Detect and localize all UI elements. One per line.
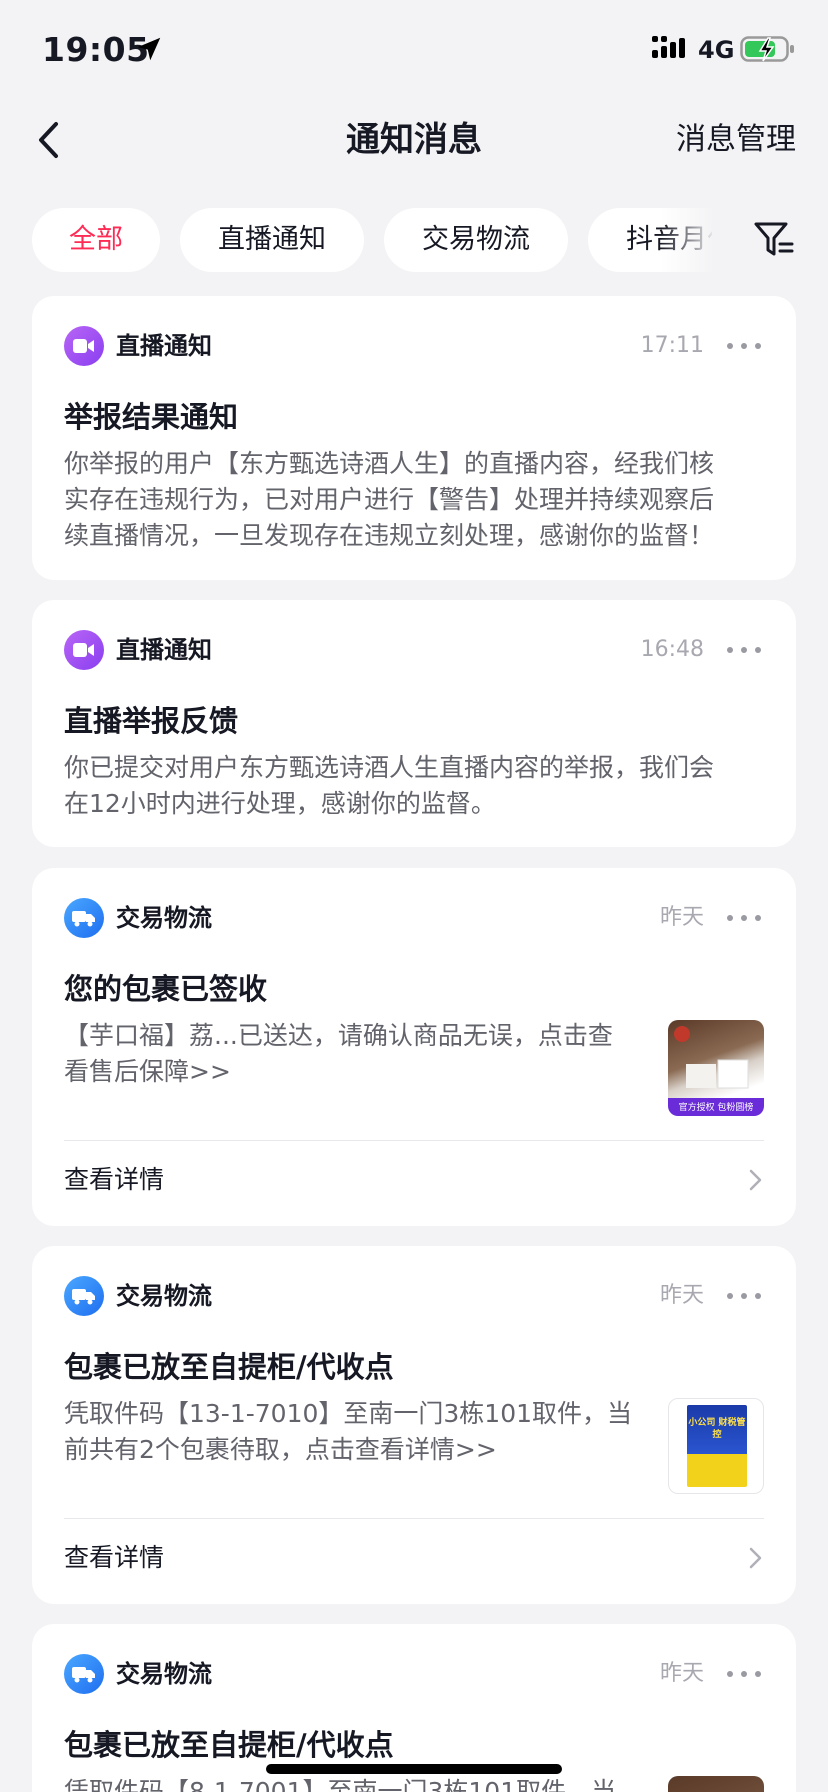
card-header: 交易物流 昨天	[64, 1654, 764, 1694]
more-icon[interactable]	[724, 638, 764, 662]
home-indicator	[266, 1764, 562, 1774]
truck-icon	[64, 1654, 104, 1694]
notification-card[interactable]: 直播通知 16:48 直播举报反馈 你已提交对用户东方甄选诗酒人生直播内容的举报…	[32, 600, 796, 847]
card-body-line: 【芋口福】荔...已送达，请确认商品无误，点击查	[64, 1021, 613, 1050]
more-icon[interactable]	[724, 334, 764, 358]
card-category: 交易物流	[116, 1282, 212, 1310]
card-body-line: 凭取件码【13-1-7010】至南一门3栋101取件，当	[64, 1399, 633, 1428]
card-body: 凭取件码【13-1-7010】至南一门3栋101取件，当 前共有2个包裹待取，点…	[64, 1396, 644, 1468]
card-title: 包裹已放至自提柜/代收点	[64, 1350, 394, 1384]
card-body: 凭取件码【8-1-7001】至南一门3栋101取件，当	[64, 1774, 644, 1792]
card-body-line: 前共有2个包裹待取，点击查看详情>>	[64, 1435, 497, 1464]
card-time: 昨天	[659, 905, 704, 930]
card-body-line: 你举报的用户【东方甄选诗酒人生】的直播内容，经我们核	[64, 449, 715, 478]
product-thumbnail[interactable]: 官方授权 包粉圆榜	[668, 1020, 764, 1116]
filter-bar: 全部直播通知交易物流抖音月付	[0, 208, 828, 272]
status-bar: 19:05 4G	[0, 0, 828, 100]
more-icon[interactable]	[724, 1662, 764, 1686]
battery-charging-icon	[740, 36, 794, 62]
notification-card[interactable]: 交易物流 昨天 包裹已放至自提柜/代收点 凭取件码【13-1-7010】至南一门…	[32, 1246, 796, 1604]
notification-card[interactable]: 直播通知 17:11 举报结果通知 你举报的用户【东方甄选诗酒人生】的直播内容，…	[32, 296, 796, 580]
truck-icon	[64, 1276, 104, 1316]
card-body: 你已提交对用户东方甄选诗酒人生直播内容的举报，我们会 在12小时内进行处理，感谢…	[64, 750, 764, 822]
thumbnail-caption: 小公司 财税管控	[688, 1418, 746, 1440]
card-title: 举报结果通知	[64, 400, 239, 434]
card-body: 【芋口福】荔...已送达，请确认商品无误，点击查 看售后保障>>	[64, 1018, 644, 1090]
chip-logistics[interactable]: 交易物流	[384, 208, 568, 272]
card-header: 直播通知 17:11	[64, 326, 764, 366]
chip-fade	[660, 208, 740, 272]
signal-icon	[652, 36, 685, 58]
card-header: 直播通知 16:48	[64, 630, 764, 670]
chip-all[interactable]: 全部	[32, 208, 160, 272]
video-icon	[64, 326, 104, 366]
filter-icon[interactable]	[752, 218, 796, 262]
card-body-line: 凭取件码【8-1-7001】至南一门3栋101取件，当	[64, 1777, 617, 1792]
thumbnail-caption: 官方授权 包粉圆榜	[678, 1103, 754, 1113]
card-time: 16:48	[640, 637, 704, 662]
message-manage-button[interactable]: 消息管理	[676, 116, 796, 164]
card-body-line: 在12小时内进行处理，感谢你的监督。	[64, 789, 496, 818]
view-details-label: 查看详情	[64, 1543, 165, 1572]
card-divider	[64, 1518, 764, 1519]
card-divider	[64, 1140, 764, 1141]
card-time: 昨天	[659, 1661, 704, 1686]
notification-card[interactable]: 交易物流 昨天 您的包裹已签收 【芋口福】荔...已送达，请确认商品无误，点击查…	[32, 868, 796, 1226]
card-body-line: 你已提交对用户东方甄选诗酒人生直播内容的举报，我们会	[64, 753, 715, 782]
view-details-row[interactable]: 查看详情	[64, 1528, 764, 1588]
chevron-right-icon	[749, 1169, 762, 1191]
card-title: 您的包裹已签收	[64, 972, 268, 1006]
video-icon	[64, 630, 104, 670]
more-icon[interactable]	[724, 906, 764, 930]
chevron-right-icon	[749, 1547, 762, 1569]
network-label: 4G	[698, 36, 735, 64]
filter-chip-row: 全部直播通知交易物流抖音月付	[32, 208, 712, 272]
card-title: 包裹已放至自提柜/代收点	[64, 1728, 394, 1762]
card-time: 17:11	[640, 333, 704, 358]
view-details-row[interactable]: 查看详情	[64, 1150, 764, 1210]
card-category: 直播通知	[116, 636, 212, 664]
card-body: 你举报的用户【东方甄选诗酒人生】的直播内容，经我们核 实存在违规行为，已对用户进…	[64, 446, 764, 554]
location-arrow-icon	[137, 37, 161, 61]
card-header: 交易物流 昨天	[64, 1276, 764, 1316]
card-time: 昨天	[659, 1283, 704, 1308]
truck-icon	[64, 898, 104, 938]
card-category: 交易物流	[116, 904, 212, 932]
card-body-line: 续直播情况，一旦发现存在违规立刻处理，感谢你的监督！	[64, 521, 715, 550]
view-details-label: 查看详情	[64, 1165, 165, 1194]
product-thumbnail[interactable]: 小公司 财税管控	[668, 1398, 764, 1494]
chip-live[interactable]: 直播通知	[180, 208, 364, 272]
card-category: 直播通知	[116, 332, 212, 360]
card-body-line: 实存在违规行为，已对用户进行【警告】处理并持续观察后	[64, 485, 715, 514]
card-body-line: 看售后保障>>	[64, 1057, 231, 1086]
card-header: 交易物流 昨天	[64, 898, 764, 938]
card-category: 交易物流	[116, 1660, 212, 1688]
more-icon[interactable]	[724, 1284, 764, 1308]
card-title: 直播举报反馈	[64, 704, 239, 738]
product-thumbnail[interactable]	[668, 1776, 764, 1792]
